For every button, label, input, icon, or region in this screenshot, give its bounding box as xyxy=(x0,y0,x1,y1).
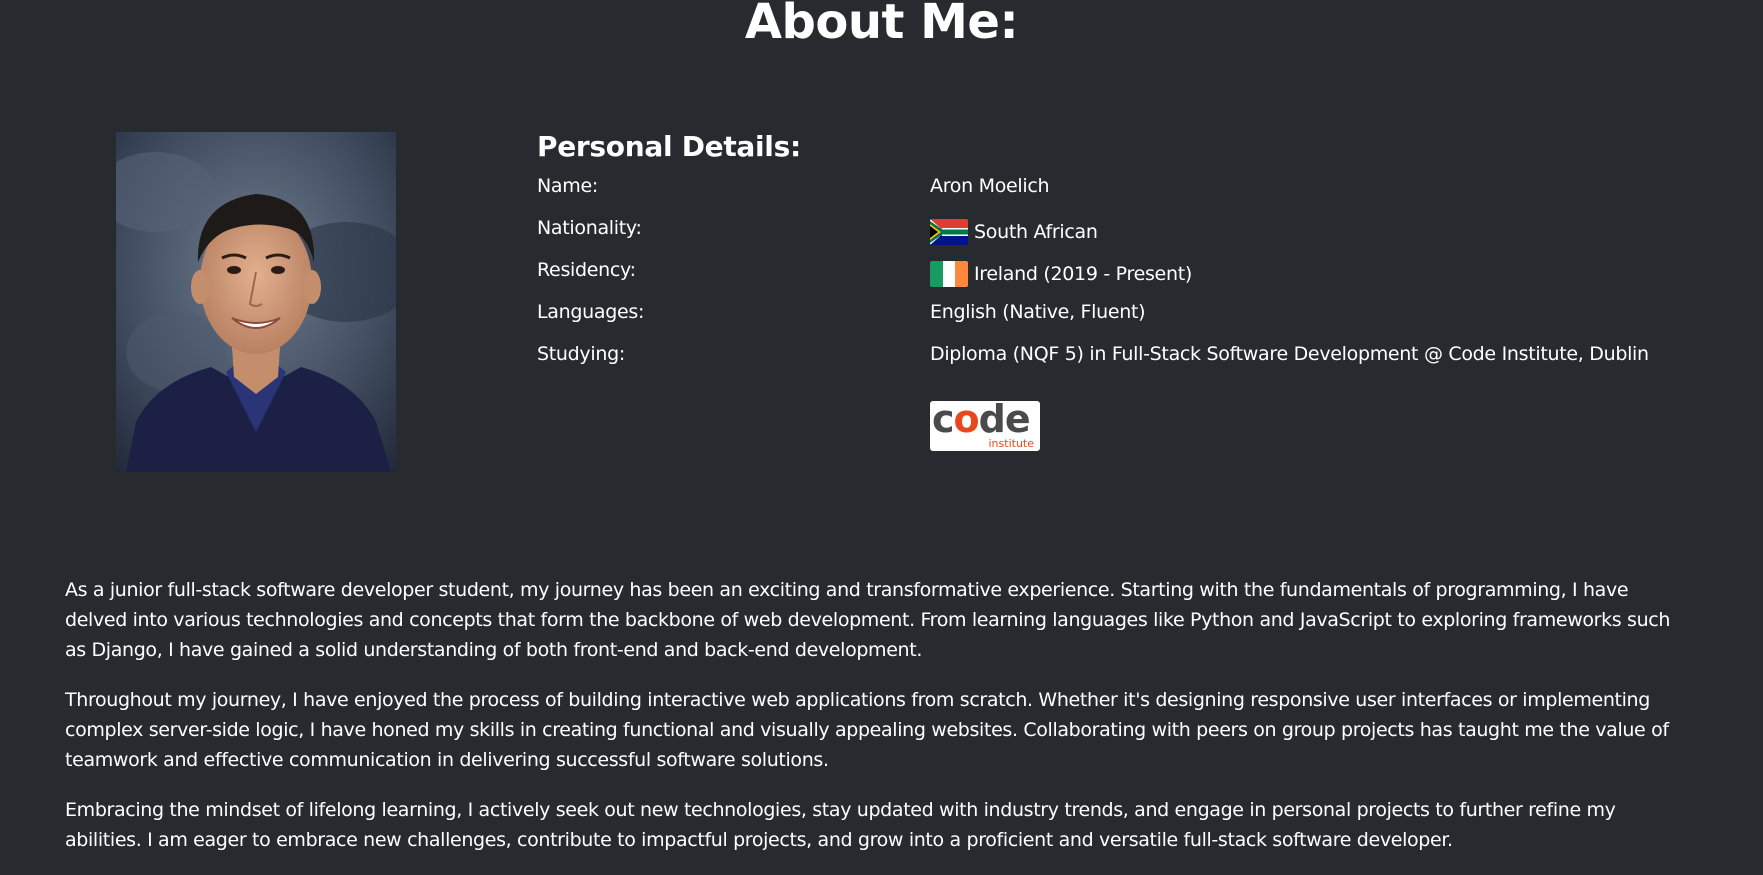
residency-text: Ireland (2019 - Present) xyxy=(974,263,1192,285)
code-institute-logo[interactable]: code institute xyxy=(930,401,1040,451)
bio-paragraph: As a junior full-stack software develope… xyxy=(65,579,1671,661)
detail-label: Studying: xyxy=(537,343,625,365)
logo-letters-accent: o xyxy=(953,401,980,441)
detail-row-languages: Languages: English (Native, Fluent) xyxy=(537,301,1687,343)
code-institute-wordmark: code xyxy=(932,401,1031,441)
profile-photo xyxy=(116,132,396,472)
code-institute-subtext: institute xyxy=(988,437,1035,450)
detail-value: Ireland (2019 - Present) xyxy=(930,261,1192,287)
detail-value: South African xyxy=(930,219,1098,245)
nationality-text: South African xyxy=(974,221,1098,243)
bio-paragraph: Embracing the mindset of lifelong learni… xyxy=(65,799,1616,851)
detail-label: Nationality: xyxy=(537,217,642,239)
detail-row-residency: Residency: Ireland (2019 - Present) xyxy=(537,259,1687,301)
logo-letters-prefix: c xyxy=(932,401,955,441)
personal-details: Personal Details: Name: Aron Moelich Nat… xyxy=(537,130,1687,385)
detail-row-name: Name: Aron Moelich xyxy=(537,175,1687,217)
detail-label: Residency: xyxy=(537,259,636,281)
page-title: About Me: xyxy=(744,0,1019,50)
detail-row-studying: Studying: Diploma (NQF 5) in Full-Stack … xyxy=(537,343,1687,385)
detail-row-nationality: Nationality: South African xyxy=(537,217,1687,259)
detail-value: Diploma (NQF 5) in Full-Stack Software D… xyxy=(930,343,1649,365)
detail-value: Aron Moelich xyxy=(930,175,1050,197)
detail-label: Languages: xyxy=(537,301,645,323)
detail-label: Name: xyxy=(537,175,598,197)
south-africa-flag-icon xyxy=(930,219,968,245)
logo-letters-suffix: de xyxy=(978,401,1031,441)
bio-paragraph: Throughout my journey, I have enjoyed th… xyxy=(65,689,1669,771)
personal-details-heading: Personal Details: xyxy=(537,130,801,163)
ireland-flag-icon xyxy=(930,261,968,287)
bio-section: As a junior full-stack software develope… xyxy=(65,575,1685,875)
detail-value: English (Native, Fluent) xyxy=(930,301,1146,323)
